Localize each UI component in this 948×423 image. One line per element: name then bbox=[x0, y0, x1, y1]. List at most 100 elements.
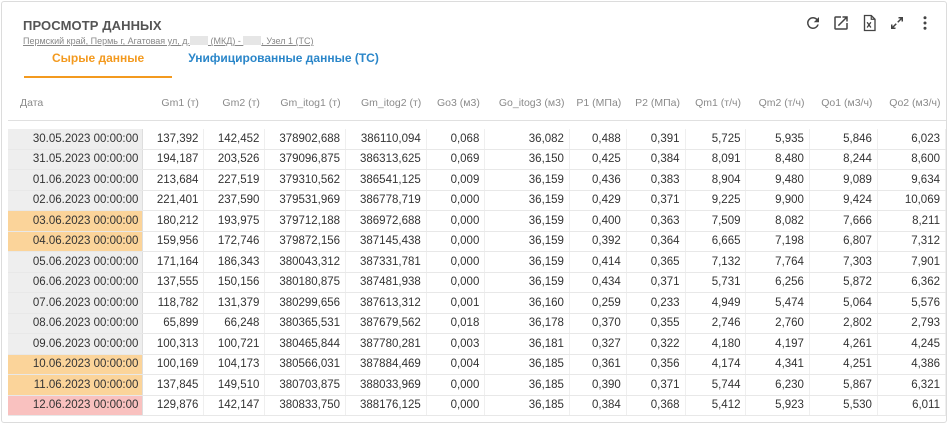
tab-raw-data[interactable]: Сырые данные bbox=[24, 44, 173, 78]
table-row[interactable]: 05.06.2023 00:00:00 171,164 186,343 380043,… bbox=[8, 251, 946, 273]
column-header[interactable]: P2 (МПа) bbox=[626, 86, 686, 121]
value-cell: 8,091 bbox=[685, 149, 747, 170]
table-row[interactable]: 07.06.2023 00:00:00 118,782 131,379 380299,… bbox=[8, 292, 946, 314]
table-row[interactable]: 10.06.2023 00:00:00 100,169 104,173 380566,… bbox=[8, 354, 946, 375]
spacer-cell bbox=[485, 121, 570, 130]
spacer-cell bbox=[204, 121, 265, 130]
value-cell: 36,178 bbox=[484, 313, 570, 334]
column-header[interactable]: Qm2 (т/ч) bbox=[745, 86, 810, 121]
value-cell: 9,900 bbox=[745, 190, 810, 211]
column-header[interactable]: Gm_itog2 (т) bbox=[345, 86, 427, 121]
spacer-cell bbox=[626, 121, 685, 130]
value-cell: 36,150 bbox=[484, 149, 570, 170]
column-header[interactable]: Go3 (м3) bbox=[426, 86, 485, 121]
value-cell: 5,412 bbox=[685, 395, 747, 416]
value-cell: 5,731 bbox=[685, 272, 747, 293]
value-cell: 7,509 bbox=[685, 210, 747, 232]
value-cell: 9,424 bbox=[809, 190, 878, 211]
value-cell: 150,156 bbox=[203, 272, 266, 293]
value-cell: 386110,094 bbox=[345, 129, 427, 150]
value-cell: 0,361 bbox=[569, 354, 627, 375]
value-cell: 0,371 bbox=[626, 272, 686, 293]
value-cell: 379712,188 bbox=[264, 210, 347, 232]
column-header[interactable]: P1 (МПа) bbox=[569, 86, 627, 121]
value-cell: 142,452 bbox=[203, 129, 266, 150]
value-cell: 159,956 bbox=[142, 231, 205, 252]
column-header[interactable]: Qo2 (м3/ч) bbox=[877, 86, 946, 121]
value-cell: 4,245 bbox=[877, 333, 946, 355]
fullscreen-button[interactable] bbox=[886, 12, 908, 34]
spacer-cell bbox=[143, 121, 204, 130]
table-row[interactable]: 09.06.2023 00:00:00 100,313 100,721 380465,… bbox=[8, 333, 946, 355]
value-cell: 0,414 bbox=[569, 251, 627, 273]
table-row[interactable]: 30.05.2023 00:00:00 137,392 142,452 378902,… bbox=[8, 129, 946, 150]
column-header[interactable]: Qm1 (т/ч) bbox=[685, 86, 746, 121]
table-row[interactable]: 08.06.2023 00:00:00 65,899 66,248 380365,53… bbox=[8, 313, 946, 334]
value-cell: 0,383 bbox=[626, 169, 686, 191]
value-cell: 380180,875 bbox=[264, 272, 347, 293]
value-cell: 6,321 bbox=[877, 374, 946, 396]
excel-icon bbox=[863, 14, 876, 32]
value-cell: 0,233 bbox=[626, 292, 686, 314]
spacer-cell bbox=[426, 121, 485, 130]
table-row[interactable]: 12.06.2023 00:00:00 129,876 142,147 380833,… bbox=[8, 395, 946, 416]
value-cell: 7,303 bbox=[809, 251, 878, 273]
value-cell: 6,230 bbox=[745, 374, 810, 396]
data-view-panel: ПРОСМОТР ДАННЫХ Пермский край, Пермь г, … bbox=[1, 1, 947, 423]
value-cell: 4,341 bbox=[745, 354, 810, 375]
value-cell: 5,923 bbox=[745, 395, 810, 416]
date-cell: 10.06.2023 00:00:00 bbox=[8, 354, 144, 375]
table-body: 30.05.2023 00:00:00 137,392 142,452 378902,… bbox=[8, 121, 946, 416]
value-cell: 2,802 bbox=[809, 313, 878, 334]
table-row[interactable]: 03.06.2023 00:00:00 180,212 193,975 379712,… bbox=[8, 210, 946, 232]
value-cell: 0,436 bbox=[569, 169, 627, 191]
table-row[interactable]: 06.06.2023 00:00:00 137,555 150,156 380180,… bbox=[8, 272, 946, 293]
value-cell: 0,068 bbox=[426, 129, 486, 150]
column-header[interactable]: Go_itog3 (м3) bbox=[484, 86, 570, 121]
value-cell: 0,000 bbox=[426, 251, 486, 273]
value-cell: 36,159 bbox=[484, 251, 570, 273]
tab-unified-data[interactable]: Унифицированные данные (ТС) bbox=[182, 44, 385, 78]
column-header[interactable]: Gm_itog1 (т) bbox=[264, 86, 346, 121]
column-header-date[interactable]: Дата bbox=[8, 86, 143, 121]
table-row[interactable]: 01.06.2023 00:00:00 213,684 227,519 379310,… bbox=[8, 169, 946, 191]
refresh-icon bbox=[807, 16, 819, 29]
table-row[interactable]: 11.06.2023 00:00:00 137,845 149,510 380703,… bbox=[8, 374, 946, 396]
more-vert-icon bbox=[923, 16, 927, 30]
value-cell: 386972,688 bbox=[345, 210, 427, 232]
column-header[interactable]: Qo1 (м3/ч) bbox=[809, 86, 878, 121]
value-cell: 380465,844 bbox=[264, 333, 347, 355]
data-table: Дата Gm1 (т) Gm2 (т) Gm_itog1 (т) Gm_itog2 (… bbox=[8, 86, 946, 416]
value-cell: 118,782 bbox=[142, 292, 205, 314]
value-cell: 379872,156 bbox=[264, 231, 347, 252]
table-row[interactable]: 02.06.2023 00:00:00 221,401 237,590 379531,… bbox=[8, 190, 946, 211]
expand-icon bbox=[891, 17, 903, 29]
value-cell: 0,356 bbox=[626, 354, 686, 375]
value-cell: 8,904 bbox=[685, 169, 747, 191]
value-cell: 213,684 bbox=[142, 169, 205, 191]
value-cell: 387884,469 bbox=[345, 354, 427, 375]
value-cell: 7,666 bbox=[809, 210, 878, 232]
date-cell: 30.05.2023 00:00:00 bbox=[8, 129, 144, 150]
value-cell: 379531,969 bbox=[264, 190, 347, 211]
open-external-button[interactable] bbox=[830, 12, 852, 34]
value-cell: 5,744 bbox=[685, 374, 747, 396]
more-menu-button[interactable] bbox=[914, 12, 936, 34]
value-cell: 386778,719 bbox=[345, 190, 427, 211]
value-cell: 0,363 bbox=[626, 210, 686, 232]
spacer-cell bbox=[8, 121, 143, 130]
value-cell: 66,248 bbox=[203, 313, 266, 334]
value-cell: 0,327 bbox=[569, 333, 627, 355]
value-cell: 227,519 bbox=[203, 169, 266, 191]
date-cell: 02.06.2023 00:00:00 bbox=[8, 190, 144, 211]
value-cell: 8,600 bbox=[877, 149, 946, 170]
value-cell: 137,392 bbox=[142, 129, 205, 150]
refresh-button[interactable] bbox=[802, 12, 824, 34]
table-row[interactable]: 04.06.2023 00:00:00 159,956 172,746 379872,… bbox=[8, 231, 946, 252]
date-cell: 12.06.2023 00:00:00 bbox=[8, 395, 144, 416]
column-header[interactable]: Gm1 (т) bbox=[142, 86, 204, 121]
value-cell: 36,185 bbox=[484, 374, 570, 396]
export-excel-button[interactable] bbox=[858, 12, 880, 34]
table-row[interactable]: 31.05.2023 00:00:00 194,187 203,526 379096,… bbox=[8, 149, 946, 170]
column-header[interactable]: Gm2 (т) bbox=[203, 86, 265, 121]
